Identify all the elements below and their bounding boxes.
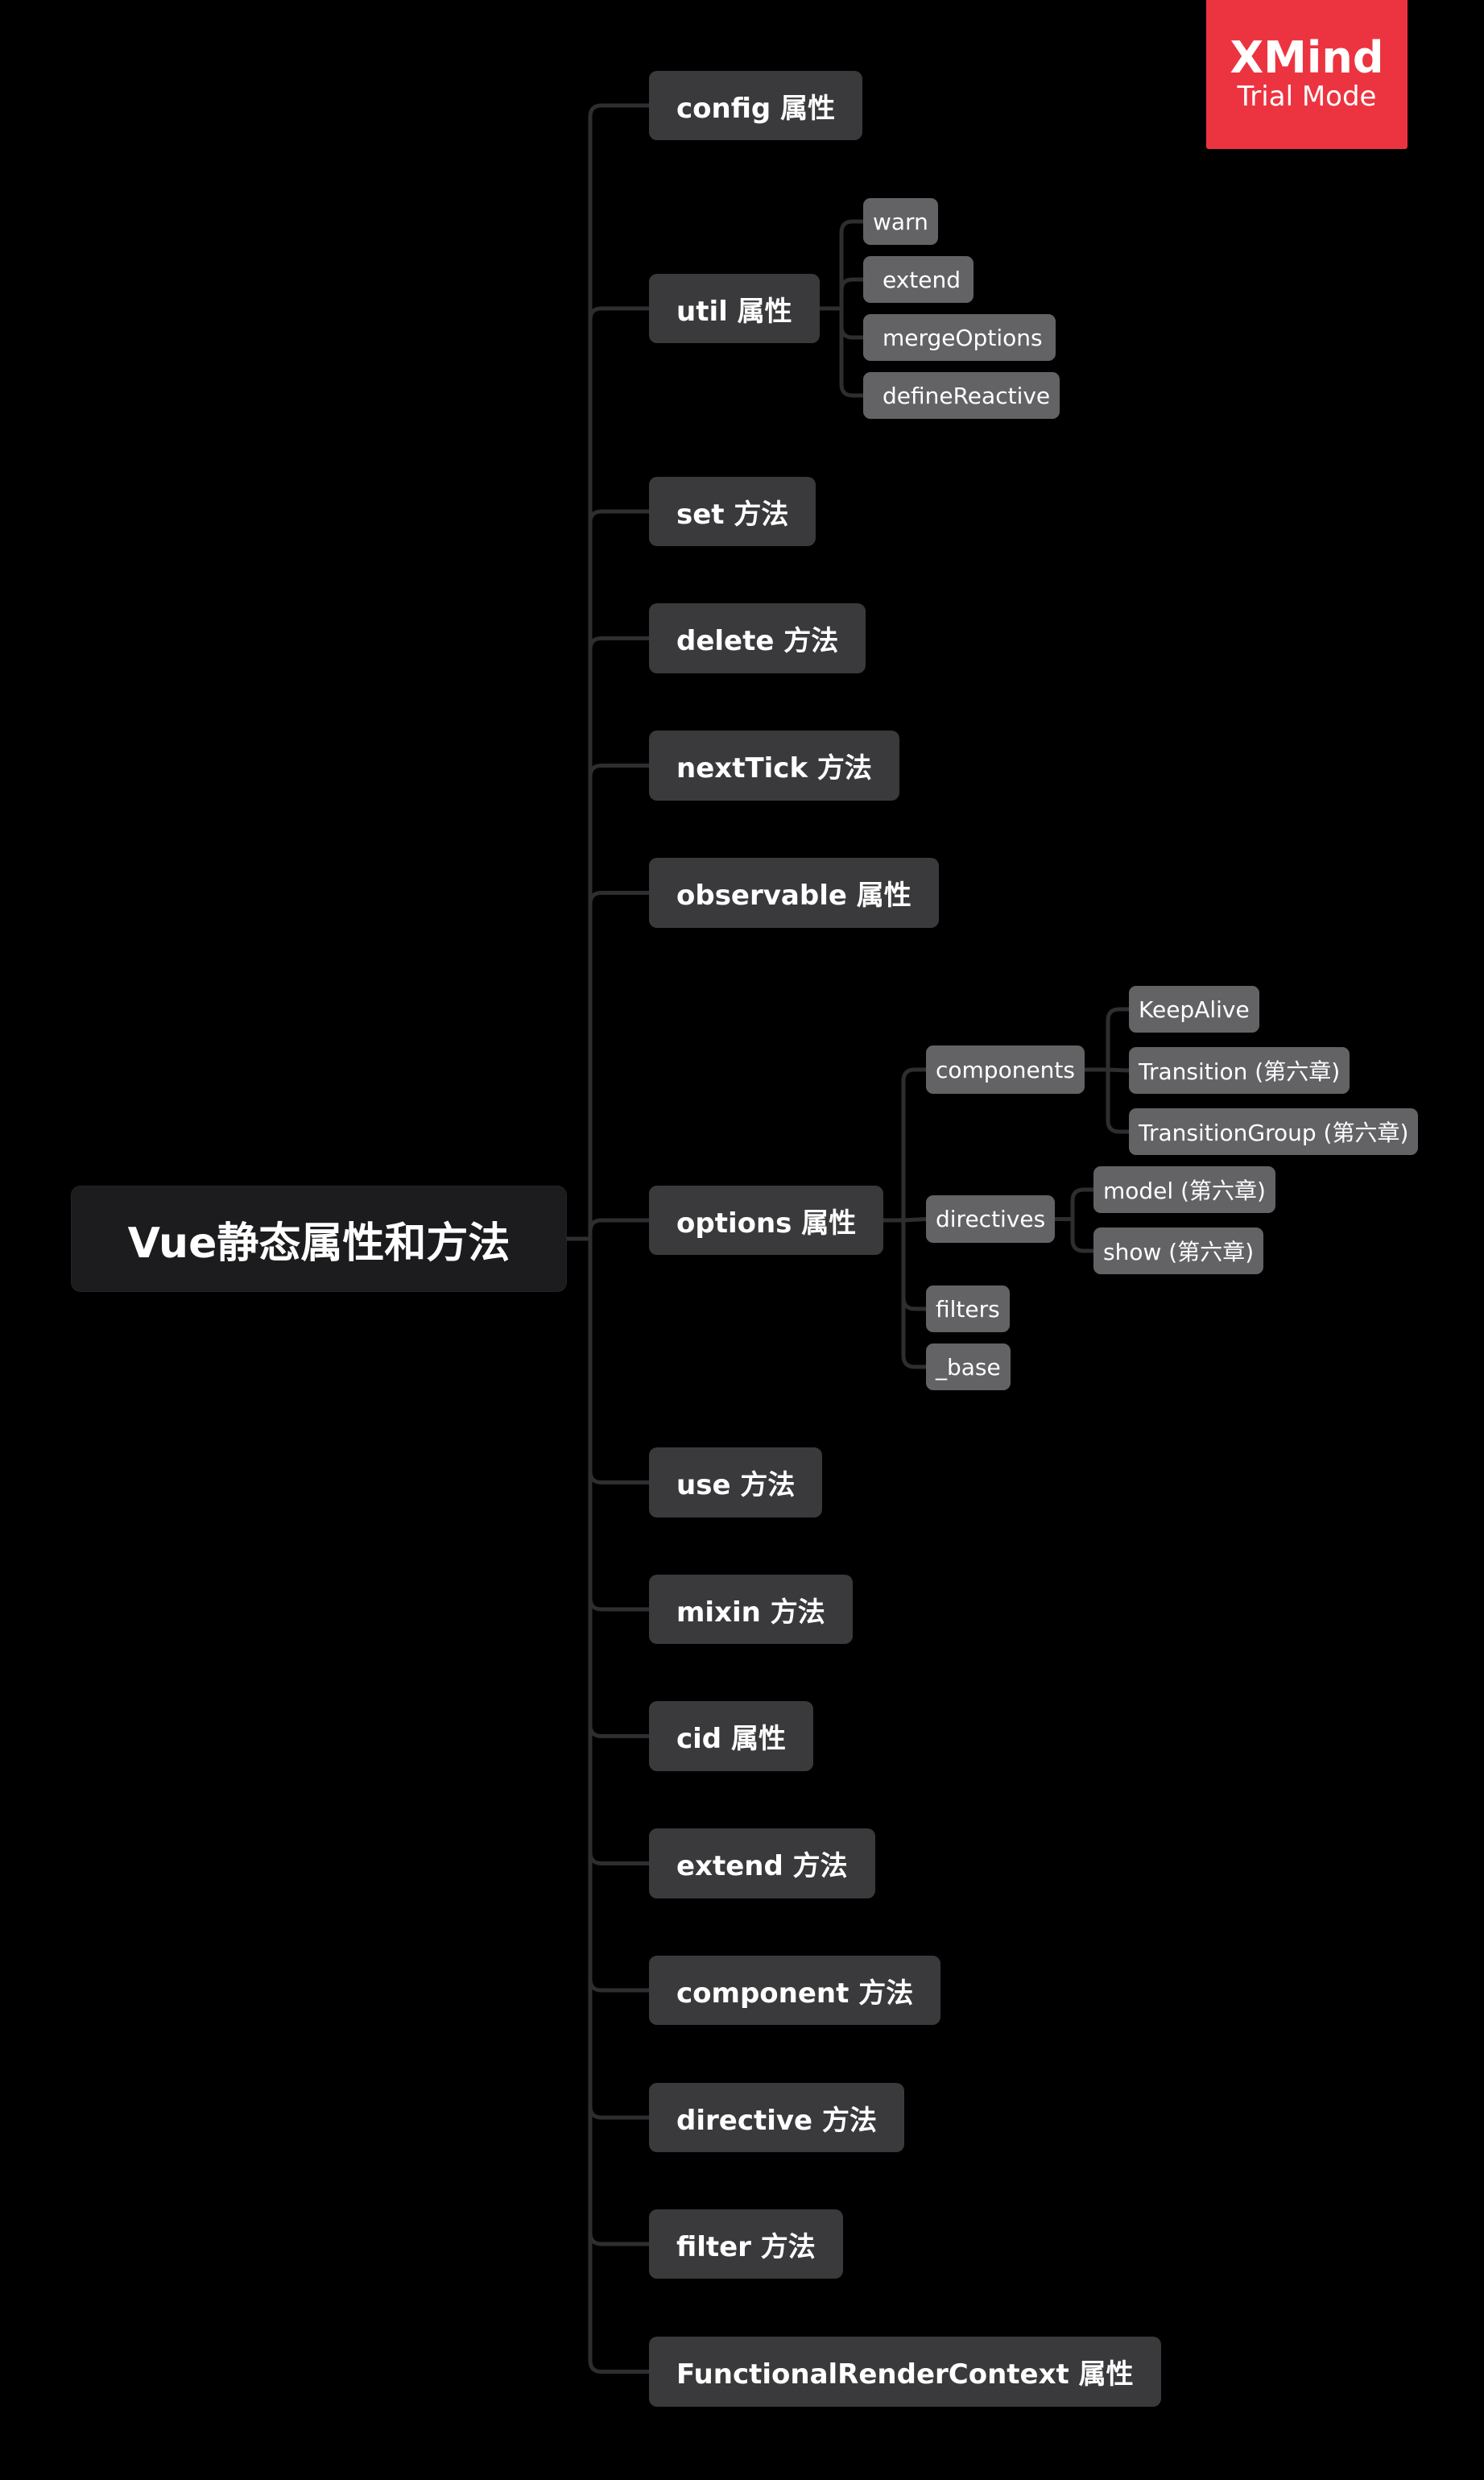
topic-mixin[interactable]: mixin 方法: [649, 1575, 853, 1644]
subtopic-extend[interactable]: extend: [863, 256, 974, 303]
topic-options[interactable]: options 属性: [649, 1186, 884, 1255]
subtopic-directives[interactable]: directives: [926, 1195, 1056, 1243]
topic-functionalrendercontext[interactable]: FunctionalRenderContext 属性: [649, 2337, 1161, 2407]
topic-set[interactable]: set 方法: [649, 477, 816, 546]
badge-mode: Trial Mode: [1237, 81, 1377, 114]
topic-extend[interactable]: extend 方法: [649, 1828, 875, 1898]
topic-delete[interactable]: delete 方法: [649, 603, 866, 673]
subtopic-keepalive[interactable]: KeepAlive: [1129, 986, 1259, 1033]
subtopic-components[interactable]: components: [926, 1045, 1085, 1094]
topic-config[interactable]: config 属性: [649, 71, 863, 140]
components-connector: [1085, 1007, 1130, 1134]
subtopic-warn[interactable]: warn: [863, 198, 938, 245]
subtopic-transition[interactable]: Transition (第六章): [1129, 1047, 1350, 1094]
subtopic-show[interactable]: show (第六章): [1093, 1228, 1264, 1274]
subtopic-transitiongroup[interactable]: TransitionGroup (第六章): [1129, 1108, 1419, 1155]
topic-use[interactable]: use 方法: [649, 1447, 823, 1517]
topic-nexttick[interactable]: nextTick 方法: [649, 731, 899, 801]
root-connector: [567, 103, 649, 2374]
topic-filter[interactable]: filter 方法: [649, 2209, 843, 2279]
root-topic[interactable]: Vue静态属性和方法: [71, 1186, 567, 1292]
topic-directive[interactable]: directive 方法: [649, 2083, 904, 2152]
topic-observable[interactable]: observable 属性: [649, 858, 939, 928]
subtopic-mergeoptions[interactable]: mergeOptions: [863, 314, 1056, 361]
topic-util[interactable]: util 属性: [649, 274, 820, 343]
xmind-trial-badge: XMind Trial Mode: [1206, 0, 1408, 149]
badge-brand: XMind: [1230, 31, 1384, 83]
subtopic-model[interactable]: model (第六章): [1093, 1166, 1275, 1213]
directives-connector: [1055, 1187, 1093, 1253]
subtopic-definereactive[interactable]: defineReactive: [863, 372, 1060, 419]
topic-cid[interactable]: cid 属性: [649, 1701, 813, 1771]
topic-component[interactable]: component 方法: [649, 1956, 941, 2025]
subtopic-base[interactable]: _base: [926, 1344, 1011, 1390]
options-connector: [883, 1067, 927, 1369]
util-connector: [820, 219, 863, 398]
subtopic-filters[interactable]: filters: [926, 1286, 1010, 1332]
